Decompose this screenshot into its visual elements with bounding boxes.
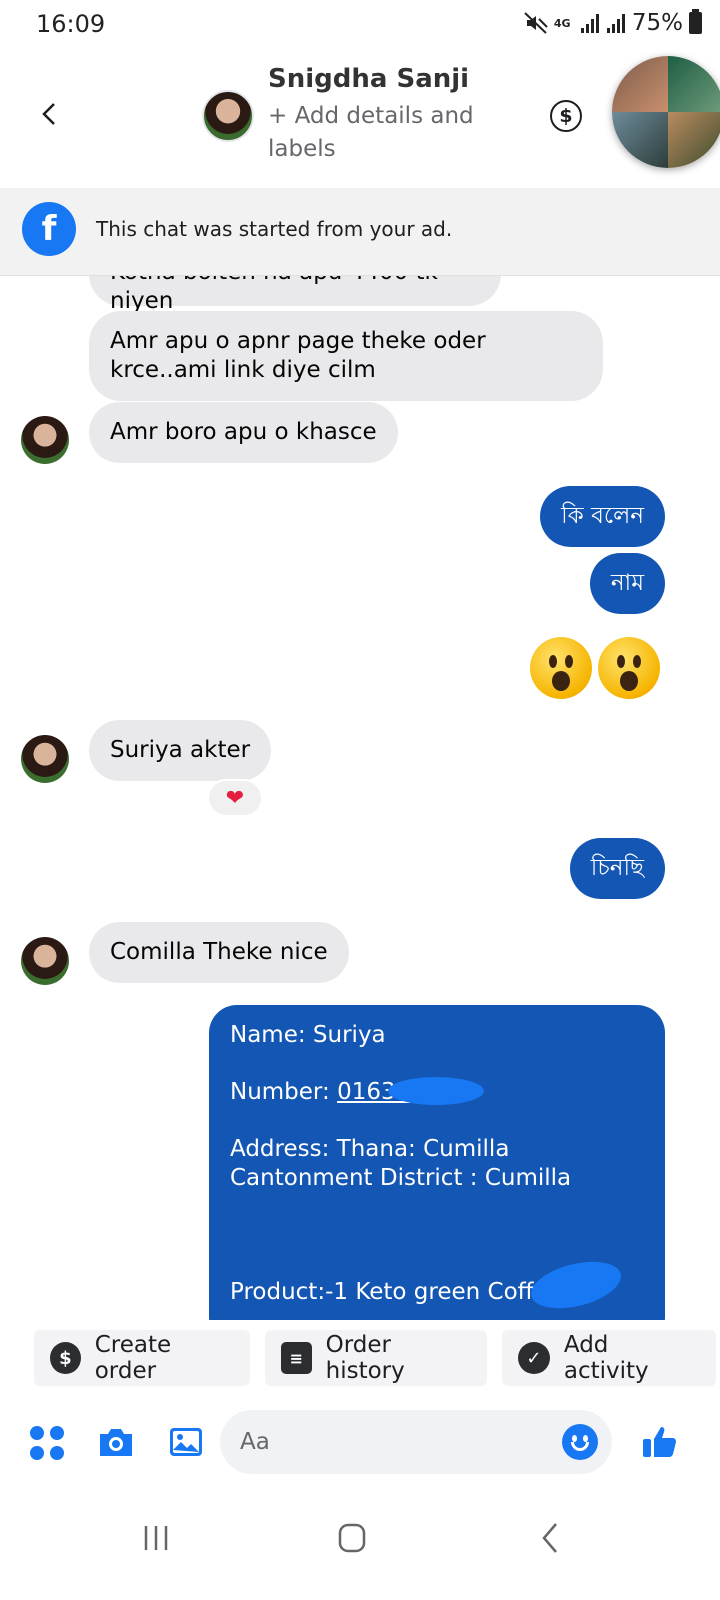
redaction-scribble — [388, 1077, 484, 1105]
sender-avatar[interactable] — [21, 735, 69, 783]
order-history-button[interactable]: ≡ Order history — [265, 1330, 487, 1386]
sender-avatar[interactable] — [21, 937, 69, 985]
camera-icon[interactable] — [96, 1422, 136, 1462]
outgoing-message[interactable]: নাম — [589, 553, 665, 614]
status-bar: 16:09 4G 75% — [0, 0, 720, 52]
contact-name[interactable]: Snigdha Sanji — [268, 64, 469, 94]
message-text: Suriya akter — [110, 737, 251, 763]
surprised-emoji-icon[interactable] — [598, 637, 660, 699]
order-history-label: Order history — [325, 1332, 405, 1384]
checkmark-icon: ✓ — [518, 1342, 550, 1374]
message-text: Amr boro apu o khasce — [110, 419, 377, 445]
sender-avatar[interactable] — [21, 416, 69, 464]
incoming-message[interactable]: Amr boro apu o khasce — [89, 402, 398, 463]
message-input[interactable] — [240, 1422, 560, 1462]
message-list[interactable]: Kotha bolten na apu 4400 tk niyen Amr ap… — [0, 276, 720, 1320]
signal-icon — [580, 14, 599, 33]
recent-apps-icon[interactable] — [126, 1514, 186, 1562]
add-activity-button[interactable]: ✓ Add activity — [502, 1330, 716, 1386]
battery-icon — [689, 9, 702, 34]
system-navigation-bar — [0, 1488, 720, 1600]
order-name: Name: Suriya — [230, 1022, 386, 1048]
message-text: Amr apu o apnr page theke oder krce..ami… — [110, 328, 486, 383]
message-text: চিনছি — [590, 855, 644, 881]
add-activity-label: Add activity — [563, 1332, 649, 1384]
chat-head-bubble[interactable] — [612, 56, 720, 168]
network-type-icon: 4G — [553, 16, 571, 30]
surprised-emoji-icon[interactable] — [530, 637, 592, 699]
ad-origin-text: This chat was started from your ad. — [96, 217, 453, 241]
home-icon[interactable] — [322, 1514, 382, 1562]
create-order-button[interactable]: $ Create order — [34, 1330, 250, 1386]
battery-percent: 75% — [631, 10, 683, 36]
dollar-icon: $ — [50, 1342, 81, 1374]
incoming-message[interactable]: Comilla Theke nice — [89, 922, 349, 983]
message-input-container[interactable] — [220, 1410, 612, 1474]
thumbs-up-icon[interactable] — [640, 1422, 680, 1462]
incoming-message[interactable]: Amr apu o apnr page theke oder krce..ami… — [89, 311, 603, 401]
back-arrow-icon[interactable] — [34, 98, 66, 130]
mute-icon — [524, 12, 548, 34]
signal-icon-2 — [606, 14, 625, 33]
emoji-picker-icon[interactable] — [562, 1424, 598, 1460]
message-text: কি বলেন — [561, 503, 644, 529]
contact-avatar[interactable] — [202, 90, 254, 142]
status-icons: 4G 75% — [524, 9, 702, 36]
heart-reaction-icon[interactable]: ❤ — [207, 779, 263, 817]
create-order-label: Create order — [94, 1332, 172, 1384]
quick-actions-bar: $ Create order ≡ Order history ✓ Add act… — [0, 1320, 720, 1396]
order-address: Address: Thana: Cumilla Cantonment Distr… — [230, 1136, 572, 1191]
add-details-link[interactable]: + Add details and labels — [268, 100, 488, 166]
ad-origin-banner: f This chat was started from your ad. — [0, 188, 720, 276]
message-text: Kotha bolten na apu 4400 tk niyen — [110, 276, 438, 314]
gallery-icon[interactable] — [166, 1422, 206, 1462]
outgoing-message[interactable]: চিনছি — [569, 838, 665, 899]
apps-menu-icon[interactable] — [30, 1426, 64, 1460]
facebook-icon: f — [22, 202, 76, 256]
list-icon: ≡ — [281, 1342, 312, 1374]
back-icon[interactable] — [520, 1514, 580, 1562]
outgoing-message[interactable]: কি বলেন — [540, 486, 665, 547]
incoming-message[interactable]: Kotha bolten na apu 4400 tk niyen — [89, 276, 501, 314]
message-composer — [0, 1396, 720, 1488]
incoming-message[interactable]: Suriya akter — [89, 720, 272, 781]
payment-dollar-icon[interactable]: $ — [550, 100, 582, 132]
message-text: Comilla Theke nice — [110, 939, 328, 965]
message-text: নাম — [610, 570, 644, 596]
status-time: 16:09 — [36, 10, 106, 38]
chat-header: Snigdha Sanji + Add details and labels $ — [0, 52, 720, 188]
